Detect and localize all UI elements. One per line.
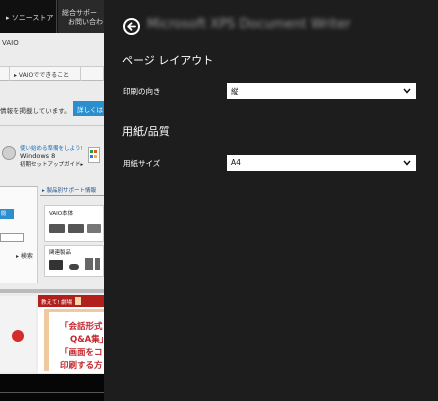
laptop-icon: [68, 224, 84, 233]
paper-size-select[interactable]: A4: [227, 155, 416, 171]
red-logo-icon: [12, 330, 24, 342]
win8-setup-banner[interactable]: 使い始める準備をしよう! Windows 8 初期セットアップガイド▸: [0, 138, 84, 174]
related-products-header: 関連製品: [49, 250, 72, 256]
nav-support-line2: お問い合わ: [68, 18, 103, 26]
theater-banner-title: 教えて! 劇場: [41, 300, 73, 306]
nav-support[interactable]: 総合サポー お問い合わ: [58, 0, 104, 33]
win8-line2: Windows 8: [20, 152, 56, 160]
section-heading-page-layout: ページ レイアウト: [122, 54, 214, 67]
divider: [0, 125, 104, 126]
site-tab-row: ▸ VAIOでできること: [0, 66, 104, 81]
orientation-value: 縦: [231, 87, 239, 96]
paper-size-value: A4: [231, 158, 241, 167]
site-tab-1[interactable]: [0, 67, 10, 81]
product-support-header[interactable]: ▸ 製品別サポート情報: [40, 186, 104, 196]
background-webpage: ▸ ソニーストア 総合サポー お問い合わ VAIO ▸ VAIOでできること 情…: [0, 0, 104, 401]
banner-line: 「会話形式: [60, 322, 103, 332]
setup-disc-icon: [2, 146, 16, 160]
left-search-panel: 閲 ▸ 検索: [0, 186, 38, 283]
page-bottom-bar: [0, 374, 104, 401]
related-products-box[interactable]: 関連製品: [44, 245, 104, 277]
banner-line: 印刷する方: [60, 361, 103, 371]
left-panel-button[interactable]: 閲: [0, 209, 14, 219]
detail-button[interactable]: 詳しくは: [73, 101, 104, 116]
divider: [0, 392, 104, 393]
back-arrow-icon: [127, 22, 136, 31]
nav-sony-store-label: ▸ ソニーストア: [6, 14, 54, 22]
left-panel-input[interactable]: [0, 233, 24, 242]
section-heading-paper-quality: 用紙/品質: [122, 125, 170, 138]
vaio-main-unit-header: VAIO本体: [49, 211, 74, 217]
chevron-down-icon: [403, 88, 411, 94]
nav-sony-store[interactable]: ▸ ソニーストア: [0, 0, 57, 33]
banner-square-icon: [75, 297, 82, 305]
orientation-select[interactable]: 縦: [227, 83, 416, 99]
windows-tiles-thumbnail[interactable]: [88, 147, 100, 163]
site-tab-vaio-features[interactable]: ▸ VAIOでできること: [11, 67, 81, 81]
mouse-icon: [69, 264, 79, 270]
win8-line1: 使い始める準備をしよう!: [20, 146, 83, 152]
paper-size-label: 用紙サイズ: [123, 159, 161, 168]
site-tab-3[interactable]: [82, 67, 104, 81]
back-button[interactable]: [123, 18, 140, 35]
laptop-icon: [87, 224, 101, 233]
printer-title: Microsoft XPS Document Writer: [147, 17, 351, 32]
orientation-label: 印刷の向き: [123, 87, 161, 96]
info-text: 情報を掲載しています。: [0, 107, 71, 115]
reader-device-icon: [49, 260, 63, 270]
print-settings-flyout: Microsoft XPS Document Writer ページ レイアウト …: [104, 0, 438, 401]
divider: [0, 289, 104, 293]
win8-line3: 初期セットアップガイド▸: [20, 162, 84, 168]
speaker-icon: [85, 258, 93, 270]
vaio-breadcrumb: VAIO: [2, 39, 19, 47]
site-top-nav: ▸ ソニーストア 総合サポー お問い合わ: [0, 0, 104, 33]
device-icon: [95, 258, 100, 270]
banner-line: 「画面をコピ: [60, 348, 104, 358]
laptop-icon: [49, 224, 65, 233]
search-link[interactable]: ▸ 検索: [0, 251, 33, 261]
banner-line: Q&A集」: [70, 335, 104, 345]
vaio-main-unit-box[interactable]: VAIO本体: [44, 205, 104, 242]
theater-banner-bar: 教えて! 劇場: [38, 295, 104, 307]
chevron-down-icon: [403, 160, 411, 166]
